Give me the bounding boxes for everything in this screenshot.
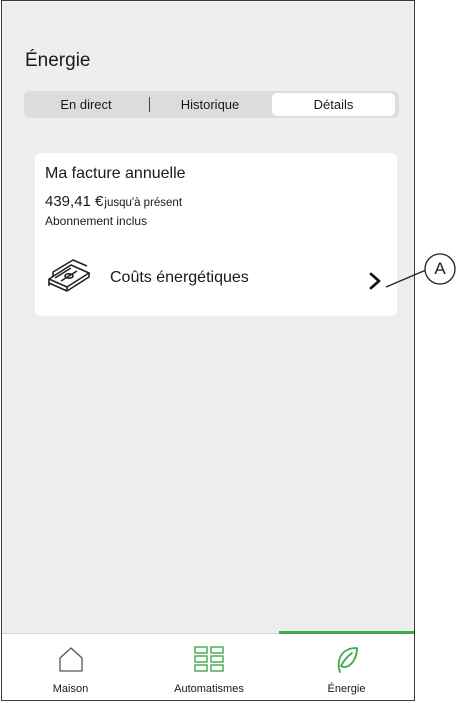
active-tab-indicator	[279, 631, 414, 634]
callout-label: A	[434, 259, 446, 278]
amount-suffix: jusqu'à présent	[104, 197, 183, 209]
tab-en-direct[interactable]: En direct	[24, 91, 148, 118]
tab-label: Automatismes	[174, 683, 244, 695]
tab-maison[interactable]: Maison	[2, 634, 139, 700]
money-stack-icon	[45, 259, 93, 298]
subscription-note: Abonnement inclus	[45, 214, 148, 228]
tab-automatismes[interactable]: Automatismes	[139, 634, 279, 700]
bottom-tab-bar: Maison Automatismes Énergie	[2, 631, 414, 700]
tab-details[interactable]: Détails	[272, 93, 395, 116]
chevron-right-icon	[369, 272, 381, 295]
leaf-icon	[335, 646, 359, 679]
energy-costs-link[interactable]: Coûts énergétiques	[35, 257, 397, 297]
amount-row: 439,41 €jusqu'à présent	[45, 193, 182, 211]
annual-bill-card: Ma facture annuelle 439,41 €jusqu'à prés…	[35, 153, 397, 316]
energy-costs-label: Coûts énergétiques	[110, 269, 249, 286]
app-screen: Énergie En direct Historique Détails Ma …	[1, 0, 415, 701]
tab-historique[interactable]: Historique	[150, 91, 270, 118]
grid-icon	[194, 646, 224, 677]
tab-energie[interactable]: Énergie	[279, 631, 414, 700]
house-icon	[57, 646, 85, 677]
tab-label: Énergie	[327, 683, 366, 695]
page-title: Énergie	[25, 50, 91, 71]
tab-label: Maison	[52, 683, 89, 695]
segmented-control: En direct Historique Détails	[24, 91, 399, 118]
bill-amount: 439,41 €	[45, 193, 104, 210]
card-title: Ma facture annuelle	[45, 165, 186, 182]
